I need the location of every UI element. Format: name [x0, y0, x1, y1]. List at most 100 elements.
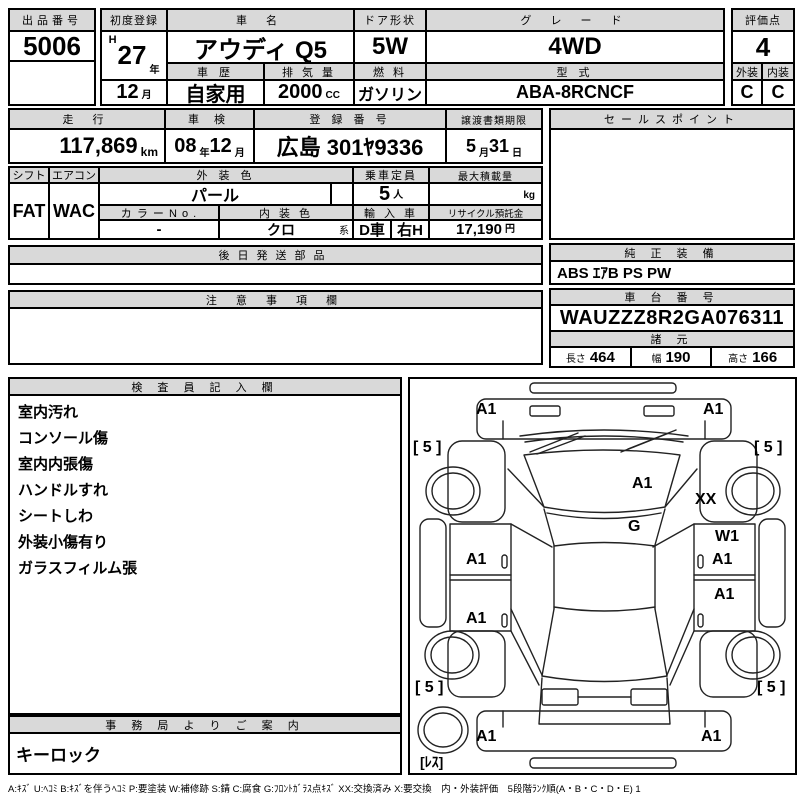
- spec-length-cell: 長さ 464: [551, 348, 632, 366]
- auction-no-block: 出品番号 5006: [8, 8, 96, 106]
- car-name-value: アウディ Q5: [168, 32, 355, 64]
- grade-header: グ レ ー ド: [427, 10, 723, 32]
- damage-mark-left-rear-door: A1: [466, 610, 487, 627]
- interior-color-header: 内 装 色: [220, 206, 354, 221]
- vin-block: 車 台 番 号 WAUZZZ8R2GA076311 諸 元 長さ 464 幅 1…: [549, 288, 795, 368]
- tire-grade-front-right: [ 5 ]: [754, 439, 783, 456]
- deadline-header: 譲渡書類期限: [447, 110, 541, 130]
- oem-equip-block: 純 正 装 備 ABS ｴｱB PS PW: [549, 243, 795, 285]
- sales-point-header: セールスポイント: [551, 110, 793, 130]
- damage-mark-front-bumper-left: A1: [476, 401, 497, 418]
- deadline-month-unit: 月: [478, 148, 489, 159]
- displacement-value: 2000: [278, 81, 323, 103]
- office-notice-header: 事 務 局 よ り ご 案 内: [10, 717, 400, 734]
- width-value: 190: [665, 348, 691, 366]
- auction-no-value: 5006: [10, 32, 94, 62]
- inspector-note: ハンドルすれ: [18, 482, 109, 499]
- exterior-header: 外装: [733, 64, 763, 81]
- car-diagram: [417, 382, 786, 769]
- caution-value: [10, 309, 541, 363]
- registration-block: 走 行 車 検 登 録 番 号 譲渡書類期限 117,869 km 08 年 1…: [8, 108, 543, 164]
- exterior-grade: C: [733, 81, 763, 104]
- score-block: 評価点 4 外装 内装 C C: [731, 8, 795, 106]
- inspector-notes: 室内汚れ コンソール傷 室内内張傷 ハンドルすれ シートしわ 外装小傷有り ガラ…: [10, 396, 400, 713]
- capacity-value: 5: [378, 184, 391, 205]
- recycle-header: リサイクル預託金: [430, 206, 541, 221]
- later-parts-header: 後日発送部品: [10, 247, 541, 265]
- door-shape-value: 5W: [355, 32, 427, 64]
- model-code-header: 型 式: [427, 64, 723, 81]
- sales-point-block: セールスポイント: [549, 108, 795, 240]
- oem-equip-header: 純 正 装 備: [551, 245, 793, 262]
- inspector-note: 室内汚れ: [18, 404, 79, 421]
- era-mark: H: [108, 34, 117, 46]
- score-value: 4: [733, 32, 793, 64]
- import-type: D車: [354, 221, 392, 238]
- shaken-month-unit: 月: [234, 148, 245, 159]
- displacement-cell: 2000 CC: [265, 81, 355, 104]
- capacity-cell: 5 人: [354, 184, 430, 206]
- interior-color-suffix: 系: [339, 226, 349, 237]
- ac-value: WAC: [50, 184, 100, 238]
- spec-width-cell: 幅 190: [632, 348, 713, 366]
- inspector-block: 検 査 員 記 入 欄 室内汚れ コンソール傷 室内内張傷 ハンドルすれ シート…: [8, 377, 402, 715]
- import-cell: D車 右H: [354, 221, 430, 238]
- vin-value: WAUZZZ8R2GA076311: [551, 306, 793, 332]
- handle-position: 右H: [397, 222, 423, 238]
- later-parts-block: 後日発送部品: [8, 245, 543, 285]
- length-value: 464: [589, 348, 615, 366]
- car-name-header: 車 名: [168, 10, 355, 32]
- oem-equip-value: ABS ｴｱB PS PW: [557, 265, 672, 282]
- recycle-cell: 17,190 円: [430, 221, 541, 238]
- exterior-color-value: パール: [190, 188, 239, 204]
- deadline-day-unit: 日: [512, 148, 523, 159]
- tire-grade-front-left: [ 5 ]: [413, 439, 442, 456]
- plate-header: 登 録 番 号: [255, 110, 447, 130]
- shaken-month: 12: [209, 134, 232, 157]
- height-label: 高さ: [728, 353, 749, 365]
- deadline-month: 5: [465, 135, 476, 156]
- fuel-value: ガソリン: [355, 81, 427, 104]
- color-no-value: -: [100, 221, 220, 238]
- displacement-header: 排 気 量: [265, 64, 355, 81]
- import-header: 輸 入 車: [354, 206, 430, 221]
- damage-diagram-block: A1 A1 [ 5 ] [ 5 ] A1 XX G W1 A1 A1 A1 A1…: [408, 377, 797, 775]
- interior-header: 内装: [763, 64, 793, 81]
- mileage-header: 走 行: [10, 110, 166, 130]
- score-header: 評価点: [733, 10, 793, 32]
- shaken-year: 08: [174, 134, 197, 157]
- auction-no-header: 出品番号: [10, 10, 94, 32]
- door-shape-header: ドア形状: [355, 10, 427, 32]
- interior-grade: C: [771, 82, 785, 102]
- inspector-header: 検 査 員 記 入 欄: [10, 379, 400, 396]
- shaken-cell: 08 年 12 月: [166, 130, 255, 162]
- deadline-cell: 5 月 31 日: [447, 130, 541, 162]
- spec-row: 長さ 464 幅 190 高さ 166: [551, 348, 793, 366]
- damage-mark-rear-bumper-right: A1: [701, 728, 722, 745]
- caution-block: 注 意 事 項 欄: [8, 290, 543, 365]
- inspector-note: シートしわ: [18, 508, 94, 525]
- mileage-unit: km: [140, 145, 158, 159]
- tire-grade-rear-right: [ 5 ]: [757, 679, 786, 696]
- first-reg-year-cell: H 27 年: [102, 32, 168, 81]
- office-notice-block: 事 務 局 よ り ご 案 内 キーロック: [8, 715, 402, 775]
- tire-grade-rear-left: [ 5 ]: [415, 679, 444, 696]
- auction-sheet: 出品番号 5006 初度登録 車 名 ドア形状 グ レ ー ド H 27 年 ア…: [0, 0, 800, 800]
- caution-header: 注 意 事 項 欄: [10, 292, 541, 309]
- month-unit: 月: [141, 90, 152, 101]
- width-label: 幅: [651, 353, 662, 365]
- inspector-note: ガラスフィルム張: [18, 560, 138, 577]
- grade-value: 4WD: [427, 32, 723, 64]
- recycle-value: 17,190: [456, 221, 502, 238]
- exterior-color-subcell: [330, 184, 352, 204]
- damage-mark-right-front-door: A1: [712, 551, 733, 568]
- history-header: 車 歴: [168, 64, 265, 81]
- deadline-day: 31: [488, 135, 510, 156]
- spare-tire-less-mark: [ﾚｽ]: [420, 754, 444, 770]
- spec-height-cell: 高さ 166: [712, 348, 793, 366]
- displacement-unit: CC: [325, 90, 340, 101]
- first-reg-month-cell: 12 月: [102, 81, 168, 104]
- model-code-value: ABA-8RCNCF: [516, 82, 634, 102]
- ac-header: エアコン: [50, 168, 100, 184]
- shift-value: FAT: [10, 184, 50, 238]
